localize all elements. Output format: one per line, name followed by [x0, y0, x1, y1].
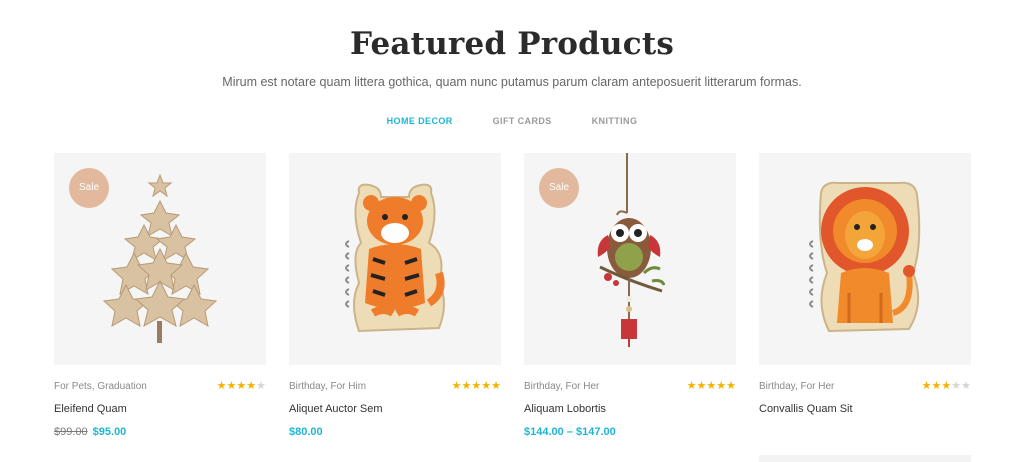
sale-badge: Sale — [539, 168, 579, 208]
product-name[interactable]: Aliquam Lobortis — [524, 403, 736, 415]
regular-price: $80.00 — [289, 426, 323, 438]
product-name[interactable]: Aliquet Auctor Sem — [289, 403, 501, 415]
star-icon: ★ — [921, 379, 932, 392]
star-empty-icon: ★ — [256, 379, 266, 392]
star-icon: ★ — [451, 379, 462, 392]
product-categories[interactable]: For Pets, Graduation — [54, 381, 147, 392]
star-icon: ★ — [216, 379, 227, 392]
star-icon: ★ — [726, 379, 736, 392]
rating-stars: ★ ★ ★ ★ ★ — [921, 379, 971, 392]
tab-gift-cards[interactable]: GIFT CARDS — [493, 116, 552, 126]
star-icon: ★ — [931, 379, 942, 392]
tab-home-decor[interactable]: HOME DECOR — [387, 116, 453, 126]
page-subtitle: Mirum est notare quam littera gothica, q… — [222, 75, 802, 89]
product-grid: Sale For Pets, Graduation ★ ★ ★ ★ ★ Elei… — [54, 153, 971, 438]
sale-badge: Sale — [69, 168, 109, 208]
next-row-placeholder — [759, 455, 971, 462]
star-empty-icon: ★ — [961, 379, 971, 392]
star-icon: ★ — [941, 379, 952, 392]
tiger-notebook-icon — [345, 183, 445, 333]
sale-price: $95.00 — [92, 426, 127, 438]
product-card[interactable]: Birthday, For Him ★ ★ ★ ★ ★ Aliquet Auct… — [289, 153, 501, 438]
star-icon: ★ — [461, 379, 472, 392]
product-card[interactable]: Sale Birthday, For Her ★ ★ ★ ★ ★ Aliquam… — [524, 153, 736, 438]
price-range: $144.00 – $147.00 — [524, 426, 616, 438]
product-categories[interactable]: Birthday, For Him — [289, 381, 366, 392]
star-icon: ★ — [716, 379, 727, 392]
product-image[interactable] — [289, 153, 501, 365]
lion-notebook-icon — [809, 181, 921, 333]
product-image[interactable]: Sale — [54, 153, 266, 365]
product-image[interactable] — [759, 153, 971, 365]
star-icon: ★ — [226, 379, 237, 392]
product-categories[interactable]: Birthday, For Her — [759, 381, 834, 392]
rating-stars: ★ ★ ★ ★ ★ — [216, 379, 266, 392]
star-icon: ★ — [246, 379, 257, 392]
star-icon: ★ — [491, 379, 501, 392]
product-categories[interactable]: Birthday, For Her — [524, 381, 599, 392]
product-price: $80.00 — [289, 426, 501, 438]
page-title: Featured Products — [349, 26, 675, 62]
star-icon: ★ — [696, 379, 707, 392]
product-price: $99.00 $95.00 — [54, 426, 266, 438]
product-card[interactable]: Birthday, For Her ★ ★ ★ ★ ★ Convallis Qu… — [759, 153, 971, 438]
product-name[interactable]: Eleifend Quam — [54, 403, 266, 415]
star-empty-icon: ★ — [951, 379, 962, 392]
rating-stars: ★ ★ ★ ★ ★ — [686, 379, 736, 392]
star-icon: ★ — [236, 379, 247, 392]
star-icon: ★ — [471, 379, 482, 392]
category-tabs: HOME DECOR GIFT CARDS KNITTING — [0, 116, 1024, 126]
tab-knitting[interactable]: KNITTING — [592, 116, 638, 126]
star-icon: ★ — [686, 379, 697, 392]
star-icon: ★ — [481, 379, 492, 392]
product-price: $144.00 – $147.00 — [524, 426, 736, 438]
product-card[interactable]: Sale For Pets, Graduation ★ ★ ★ ★ ★ Elei… — [54, 153, 266, 438]
product-image[interactable]: Sale — [524, 153, 736, 365]
old-price: $99.00 — [54, 426, 88, 438]
rating-stars: ★ ★ ★ ★ ★ — [451, 379, 501, 392]
star-icon: ★ — [706, 379, 717, 392]
product-name[interactable]: Convallis Quam Sit — [759, 403, 971, 415]
